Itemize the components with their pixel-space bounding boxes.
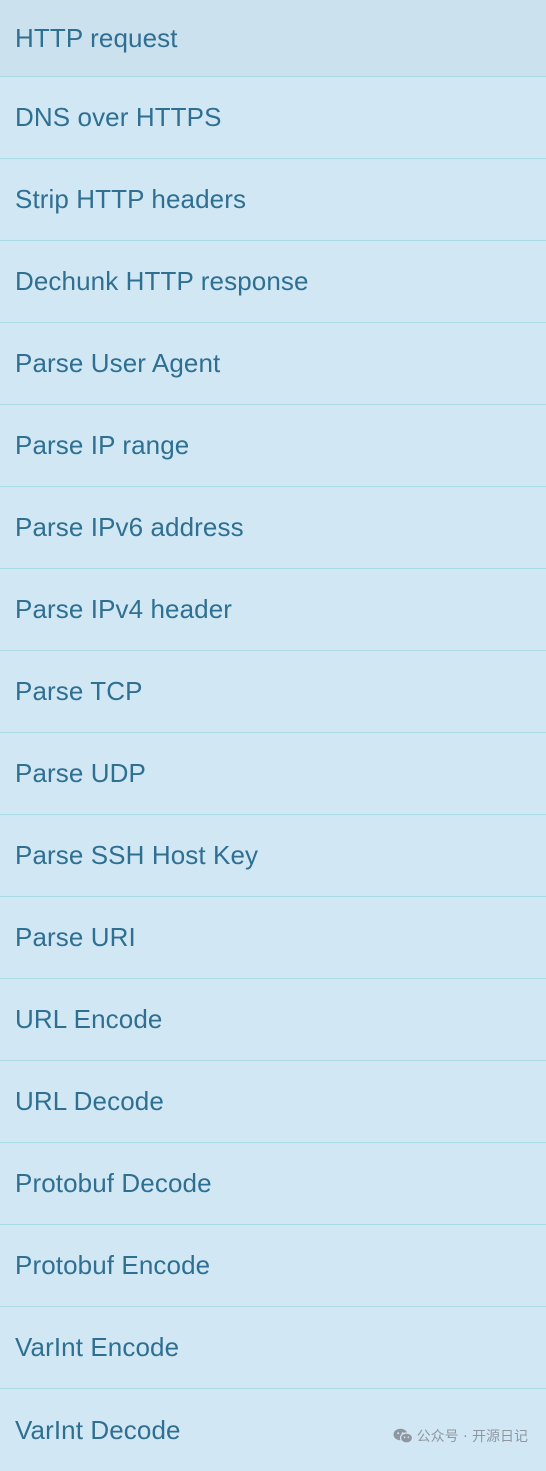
operation-parse-user-agent[interactable]: Parse User Agent [0, 323, 546, 405]
operation-url-decode[interactable]: URL Decode [0, 1061, 546, 1143]
operation-parse-udp[interactable]: Parse UDP [0, 733, 546, 815]
operation-varint-encode[interactable]: VarInt Encode [0, 1307, 546, 1389]
operation-parse-ipv4-header[interactable]: Parse IPv4 header [0, 569, 546, 651]
watermark-text: 公众号 · 开源日记 [416, 1429, 528, 1445]
operation-parse-ipv6-address[interactable]: Parse IPv6 address [0, 487, 546, 569]
operation-parse-uri[interactable]: Parse URI [0, 897, 546, 979]
wechat-icon [393, 1428, 413, 1444]
operations-list: HTTP request DNS over HTTPS Strip HTTP h… [0, 0, 546, 1471]
watermark: 公众号 · 开源日记 [393, 1426, 528, 1446]
operation-parse-tcp[interactable]: Parse TCP [0, 651, 546, 733]
operation-http-request[interactable]: HTTP request [0, 0, 546, 77]
operation-protobuf-encode[interactable]: Protobuf Encode [0, 1225, 546, 1307]
operation-url-encode[interactable]: URL Encode [0, 979, 546, 1061]
operation-strip-http-headers[interactable]: Strip HTTP headers [0, 159, 546, 241]
operation-dns-over-https[interactable]: DNS over HTTPS [0, 77, 546, 159]
operation-dechunk-http-response[interactable]: Dechunk HTTP response [0, 241, 546, 323]
operation-parse-ip-range[interactable]: Parse IP range [0, 405, 546, 487]
operation-parse-ssh-host-key[interactable]: Parse SSH Host Key [0, 815, 546, 897]
operation-protobuf-decode[interactable]: Protobuf Decode [0, 1143, 546, 1225]
